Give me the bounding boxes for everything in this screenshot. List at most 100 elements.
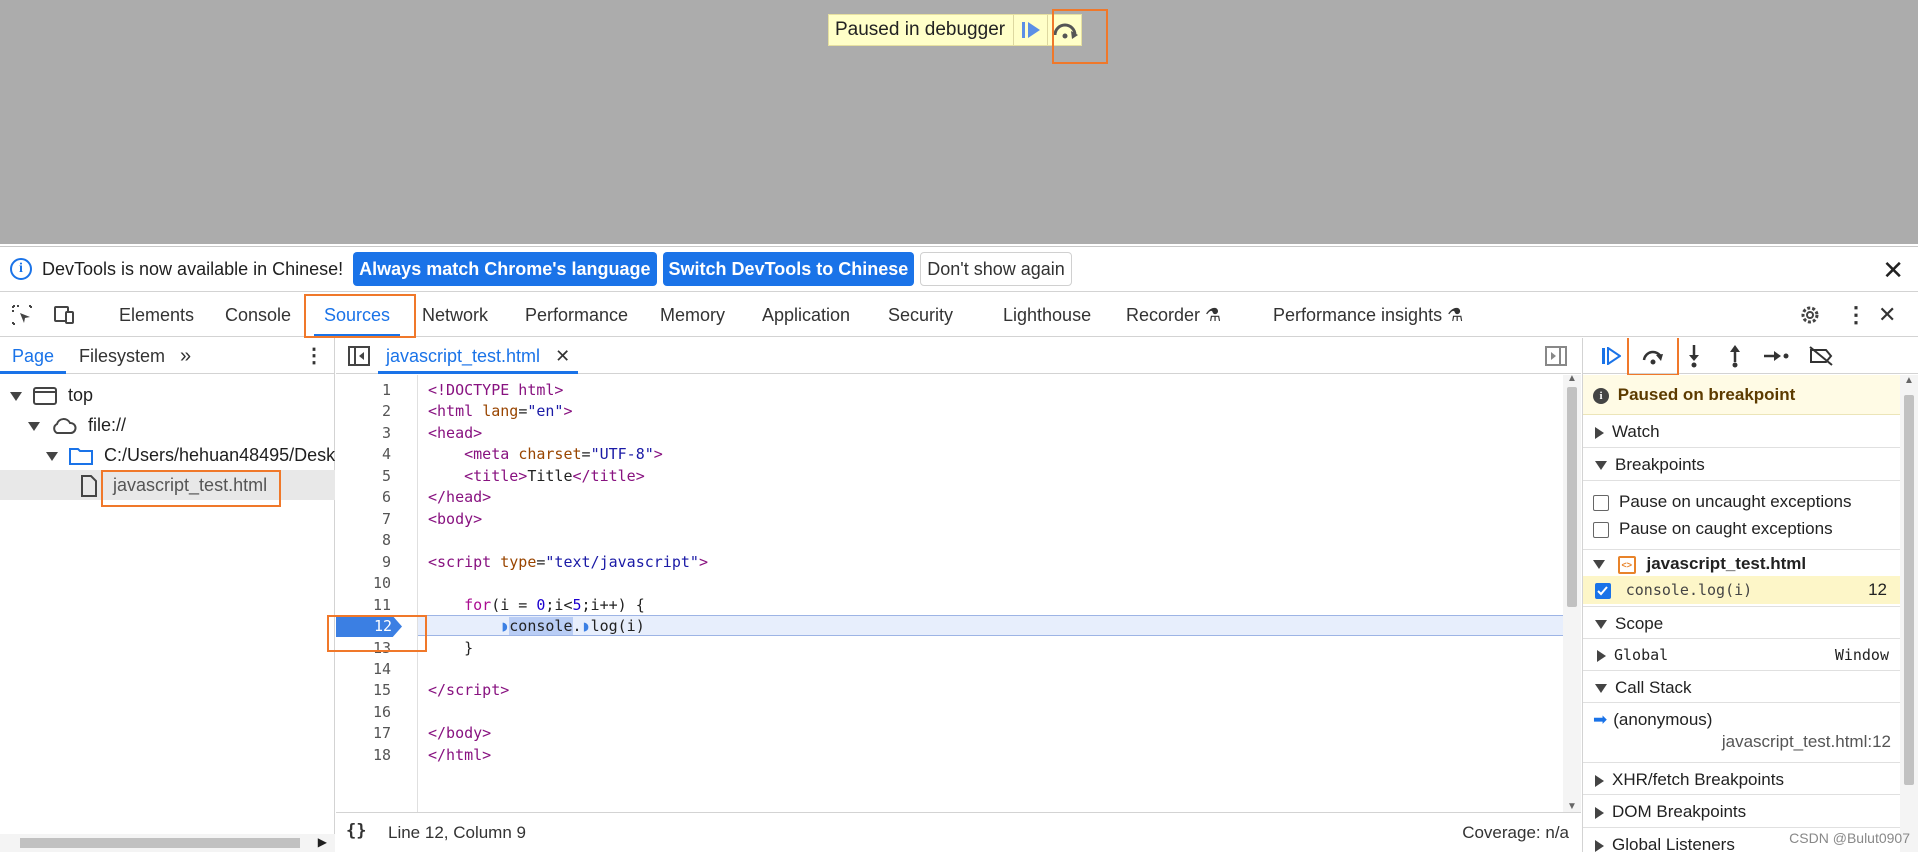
tab-elements[interactable]: Elements [119, 293, 194, 337]
tab-performance-insights[interactable]: Performance insights ⚗ [1273, 293, 1463, 337]
breakpoint-line: 12 [1868, 580, 1887, 599]
line-number[interactable]: 2 [382, 401, 391, 422]
line-number[interactable]: 13 [373, 638, 391, 659]
scroll-up-icon[interactable]: ▲ [1904, 375, 1914, 386]
device-toolbar-icon[interactable] [52, 303, 76, 327]
inline-breakpoint-icon[interactable]: ◗ [500, 617, 509, 635]
tree-item-folder[interactable]: C:/Users/hehuan48495/Deskto [0, 440, 335, 470]
vscroll-thumb[interactable] [1567, 387, 1577, 607]
line-number[interactable]: 1 [382, 380, 391, 401]
line-number[interactable]: 17 [373, 723, 391, 744]
more-tabs-chevron-icon[interactable]: » [180, 338, 191, 374]
line-number[interactable]: 14 [373, 659, 391, 680]
toggle-navigator-icon[interactable] [348, 346, 370, 366]
deactivate-breakpoints-button[interactable] [1807, 343, 1835, 369]
line-number[interactable]: 7 [382, 509, 391, 530]
breakpoint-item[interactable]: console.log(i) 12 [1583, 576, 1901, 604]
dom-breakpoints-header[interactable]: DOM Breakpoints [1583, 795, 1901, 828]
debugger-vscroll[interactable]: ▲ [1900, 375, 1918, 852]
scope-global-item[interactable]: Global Window [1583, 641, 1901, 669]
editor-vscroll[interactable]: ▲ ▼ [1563, 373, 1581, 812]
line-number[interactable]: 9 [382, 552, 391, 573]
call-frame-location[interactable]: javascript_test.html:12 [1583, 728, 1901, 756]
tab-console[interactable]: Console [225, 293, 291, 337]
scroll-up-icon[interactable]: ▲ [1567, 373, 1577, 384]
line-number[interactable]: 15 [373, 680, 391, 701]
close-infobar-icon[interactable]: ✕ [1882, 255, 1904, 286]
vscroll-thumb[interactable] [1904, 395, 1914, 785]
line-number[interactable]: 10 [373, 573, 391, 594]
toggle-debugger-icon[interactable] [1545, 346, 1567, 366]
line-number[interactable]: 4 [382, 444, 391, 465]
tab-application[interactable]: Application [762, 293, 850, 337]
inspect-element-icon[interactable] [10, 303, 34, 327]
resume-button[interactable] [1597, 343, 1625, 369]
nav-tab-page[interactable]: Page [0, 338, 67, 374]
tab-memory[interactable]: Memory [660, 293, 725, 337]
breakpoint-file-group[interactable]: <> javascript_test.html [1583, 549, 1901, 577]
tab-recorder-label: Recorder [1126, 305, 1201, 325]
tab-network[interactable]: Network [422, 293, 488, 337]
xhr-breakpoints-label: XHR/fetch Breakpoints [1612, 770, 1784, 789]
scroll-down-icon[interactable]: ▼ [1567, 801, 1577, 812]
coverage-status[interactable]: Coverage: n/a [1462, 823, 1569, 843]
resume-button[interactable] [1013, 15, 1047, 45]
close-tab-icon[interactable]: ✕ [555, 346, 570, 366]
scroll-right-icon[interactable]: ▶ [318, 835, 327, 849]
tab-recorder[interactable]: Recorder ⚗ [1126, 293, 1221, 337]
tab-lighthouse[interactable]: Lighthouse [1003, 293, 1091, 337]
switch-to-chinese-button[interactable]: Switch DevTools to Chinese [662, 252, 915, 286]
tree-item-origin[interactable]: file:// [0, 410, 335, 440]
inline-breakpoint-icon[interactable]: ◗ [582, 617, 591, 635]
more-options-icon[interactable]: ⋮ [1845, 293, 1867, 337]
dom-breakpoints-label: DOM Breakpoints [1612, 802, 1747, 821]
tree-item-top[interactable]: top [0, 380, 335, 410]
always-match-language-button[interactable]: Always match Chrome's language [353, 252, 657, 286]
navigator-hscroll[interactable]: ▶ [0, 834, 335, 852]
step-over-icon [1642, 350, 1663, 365]
line-gutter[interactable]: 1 2 3 4 5 6 7 8 9 10 11 12 13 14 15 16 17 18 [336, 375, 418, 812]
step-into-button[interactable] [1680, 343, 1708, 369]
breakpoint-line-marker[interactable]: 12 [336, 616, 402, 637]
step-over-button[interactable] [1639, 343, 1667, 369]
code-line-paused: ◗console.◗log(i) [500, 617, 645, 635]
breakpoints-section-header[interactable]: Breakpoints [1583, 448, 1901, 481]
code-area[interactable]: 1 2 3 4 5 6 7 8 9 10 11 12 13 14 15 16 17 18 <!DOCTYPE ht… [336, 373, 1581, 812]
pause-caught-checkbox[interactable] [1593, 521, 1609, 538]
pretty-print-icon[interactable]: {} [346, 821, 366, 841]
step-out-button[interactable] [1721, 343, 1749, 369]
line-number[interactable]: 11 [373, 595, 391, 616]
step-over-button[interactable] [1047, 15, 1081, 45]
line-number[interactable]: 8 [382, 530, 391, 551]
step-into-icon [1689, 345, 1699, 368]
close-devtools-icon[interactable]: ✕ [1878, 293, 1896, 337]
tree-item-file[interactable]: javascript_test.html [0, 470, 335, 500]
navigator-menu-icon[interactable]: ⋮ [304, 338, 324, 374]
call-stack-section-header[interactable]: Call Stack [1583, 670, 1901, 703]
watch-section-header[interactable]: Watch [1583, 415, 1901, 448]
line-number[interactable]: 3 [382, 423, 391, 444]
tab-security[interactable]: Security [888, 293, 953, 337]
scope-section-header[interactable]: Scope [1583, 606, 1901, 639]
pause-caught-option[interactable]: Pause on caught exceptions [1583, 515, 1901, 543]
editor-tab-file[interactable]: javascript_test.html ✕ [378, 338, 579, 374]
tab-sources[interactable]: Sources [314, 293, 401, 337]
code-line: <!DOCTYPE html> [428, 381, 564, 399]
tree-label-origin: file:// [88, 415, 127, 435]
step-button[interactable] [1763, 343, 1791, 369]
expanded-arrow-icon [1595, 620, 1607, 630]
xhr-breakpoints-header[interactable]: XHR/fetch Breakpoints [1583, 762, 1901, 795]
hscroll-thumb[interactable] [20, 838, 300, 848]
editor-tabs: javascript_test.html ✕ [336, 338, 1581, 374]
pause-uncaught-checkbox[interactable] [1593, 494, 1609, 511]
line-number[interactable]: 6 [382, 487, 391, 508]
pause-uncaught-option[interactable]: Pause on uncaught exceptions [1583, 488, 1901, 516]
settings-gear-icon[interactable] [1798, 303, 1822, 327]
line-number[interactable]: 18 [373, 745, 391, 766]
line-number[interactable]: 5 [382, 466, 391, 487]
tab-performance[interactable]: Performance [525, 293, 628, 337]
line-number[interactable]: 16 [373, 702, 391, 723]
breakpoint-enabled-checkbox[interactable] [1595, 582, 1611, 599]
dont-show-again-button[interactable]: Don't show again [920, 252, 1072, 286]
nav-tab-filesystem[interactable]: Filesystem [79, 338, 165, 374]
